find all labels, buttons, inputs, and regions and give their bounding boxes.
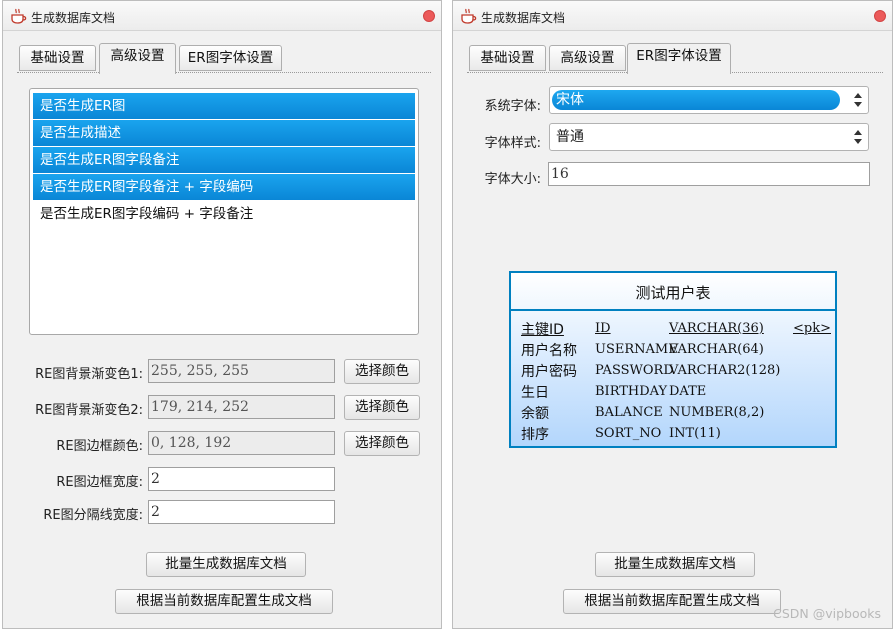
- er-field-type: DATE: [669, 384, 707, 399]
- title-bar[interactable]: 生成数据库文档: [453, 1, 892, 31]
- er-field-type: NUMBER(8,2): [669, 405, 765, 420]
- coffee-cup-icon: [461, 8, 477, 24]
- generate-current-button[interactable]: 根据当前数据库配置生成文档: [563, 589, 781, 614]
- list-item[interactable]: 是否生成ER图字段备注: [33, 147, 415, 173]
- er-field-name: 主键ID: [521, 322, 564, 338]
- divider-width-field[interactable]: 2: [148, 500, 335, 524]
- er-pk-badge: <pk>: [793, 321, 831, 336]
- er-table-title: 测试用户表: [511, 273, 835, 311]
- system-font-label: 系统字体:: [484, 99, 541, 114]
- bg-color1-field[interactable]: 255, 255, 255: [148, 359, 335, 383]
- system-font-value: 宋体: [552, 90, 840, 110]
- choose-bg-color1-button[interactable]: 选择颜色: [344, 359, 420, 384]
- er-field-type: VARCHAR(36): [669, 321, 764, 336]
- tab-bar: 基础设置 高级设置 ER图字体设置: [17, 43, 431, 74]
- er-options-list[interactable]: 是否生成ER图 是否生成描述 是否生成ER图字段备注 是否生成ER图字段备注 +…: [29, 88, 419, 335]
- title-bar[interactable]: 生成数据库文档: [3, 1, 441, 31]
- tab-bar: 基础设置 高级设置 ER图字体设置: [467, 43, 883, 74]
- tab-basic-settings[interactable]: 基础设置: [469, 45, 546, 71]
- er-field-code: USERNAME: [595, 342, 678, 357]
- list-item[interactable]: 是否生成描述: [33, 120, 415, 146]
- left-window: 生成数据库文档 基础设置 高级设置 ER图字体设置 是否生成ER图 是否生成描述…: [2, 0, 442, 629]
- batch-generate-button[interactable]: 批量生成数据库文档: [146, 552, 306, 577]
- coffee-cup-icon: [11, 8, 27, 24]
- bg-color2-field[interactable]: 179, 214, 252: [148, 395, 335, 419]
- choose-bg-color2-button[interactable]: 选择颜色: [344, 395, 420, 420]
- border-width-label: RE图边框宽度:: [56, 475, 143, 490]
- er-field-type: VARCHAR(64): [669, 342, 764, 357]
- bg-color1-label: RE图背景渐变色1:: [35, 367, 143, 382]
- window-title: 生成数据库文档: [481, 11, 566, 25]
- watermark: CSDN @vipbooks: [773, 606, 881, 621]
- er-field-name: 用户名称: [521, 343, 577, 359]
- font-style-value: 普通: [556, 129, 584, 145]
- choose-border-color-button[interactable]: 选择颜色: [344, 431, 420, 456]
- generate-current-button[interactable]: 根据当前数据库配置生成文档: [115, 589, 333, 614]
- divider-width-label: RE图分隔线宽度:: [43, 508, 143, 523]
- er-field-name: 余额: [521, 406, 549, 422]
- er-field-type: VARCHAR2(128): [669, 363, 781, 378]
- border-color-label: RE图边框颜色:: [56, 439, 143, 454]
- batch-generate-button[interactable]: 批量生成数据库文档: [595, 552, 755, 577]
- border-width-field[interactable]: 2: [148, 467, 335, 491]
- er-field-name: 用户密码: [521, 364, 577, 380]
- er-field-name: 生日: [521, 385, 549, 401]
- close-icon[interactable]: [423, 10, 435, 22]
- tab-er-font-settings[interactable]: ER图字体设置: [179, 45, 282, 71]
- er-field-code: BALANCE: [595, 405, 663, 420]
- font-style-select[interactable]: 普通: [549, 123, 869, 151]
- tab-advanced-settings[interactable]: 高级设置: [549, 45, 626, 71]
- er-field-type: INT(11): [669, 426, 721, 441]
- er-field-code: SORT_NO: [595, 426, 662, 441]
- font-size-field[interactable]: 16: [548, 162, 870, 186]
- list-item[interactable]: 是否生成ER图字段编码 + 字段备注: [33, 201, 415, 227]
- close-icon[interactable]: [874, 10, 886, 22]
- spinner-arrows-icon: [854, 130, 862, 144]
- list-item[interactable]: 是否生成ER图: [33, 93, 415, 119]
- tab-basic-settings[interactable]: 基础设置: [19, 45, 96, 71]
- er-field-code: PASSWORD: [595, 363, 674, 378]
- list-item[interactable]: 是否生成ER图字段备注 + 字段编码: [33, 174, 415, 200]
- font-style-label: 字体样式:: [484, 136, 541, 151]
- er-field-code: ID: [595, 321, 611, 336]
- spinner-arrows-icon: [854, 93, 862, 107]
- system-font-select[interactable]: 宋体: [549, 86, 869, 114]
- er-preview-table: 测试用户表 主键ID ID VARCHAR(36) <pk> 用户名称 USER…: [509, 271, 837, 448]
- right-window: 生成数据库文档 基础设置 高级设置 ER图字体设置 系统字体: 宋体 字体样式:…: [452, 0, 893, 629]
- border-color-field[interactable]: 0, 128, 192: [148, 431, 335, 455]
- tab-advanced-settings[interactable]: 高级设置: [99, 43, 176, 74]
- window-title: 生成数据库文档: [31, 11, 116, 25]
- font-size-label: 字体大小:: [484, 172, 541, 187]
- er-field-code: BIRTHDAY: [595, 384, 668, 399]
- tab-er-font-settings[interactable]: ER图字体设置: [627, 43, 731, 74]
- bg-color2-label: RE图背景渐变色2:: [35, 403, 143, 418]
- er-field-name: 排序: [521, 427, 549, 443]
